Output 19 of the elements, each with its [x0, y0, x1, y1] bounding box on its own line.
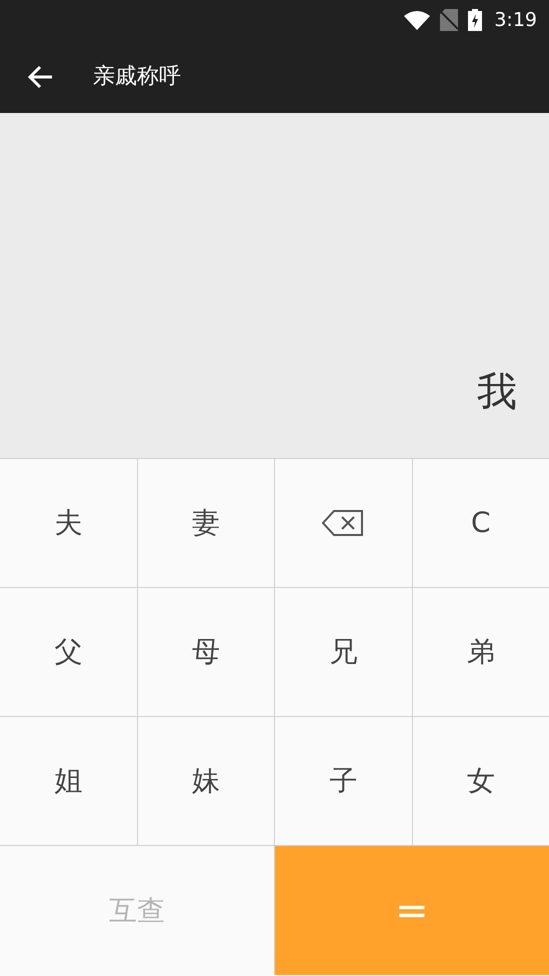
battery-charging-icon: [468, 9, 482, 31]
keypad-key[interactable]: 女: [412, 717, 549, 845]
keypad-key[interactable]: 妻: [138, 459, 274, 587]
keypad-key[interactable]: 妹: [138, 717, 274, 845]
status-time: 3:19: [494, 8, 537, 33]
wifi-icon: [404, 10, 430, 30]
screen-title: 亲戚称呼: [93, 63, 181, 91]
backspace-icon: [322, 510, 364, 536]
keypad-key[interactable]: 父: [0, 588, 136, 716]
keypad-key[interactable]: 母: [138, 588, 274, 716]
keypad-key[interactable]: 子: [275, 717, 412, 845]
keypad-key[interactable]: C: [412, 459, 549, 587]
keypad-key[interactable]: 弟: [412, 588, 549, 716]
no-sim-icon: [440, 9, 458, 31]
back-icon[interactable]: [28, 64, 54, 88]
keypad-key[interactable]: 姐: [0, 717, 136, 845]
result-text: 我: [477, 368, 517, 417]
keypad-key[interactable]: 兄: [275, 588, 412, 716]
keypad-key[interactable]: 夫: [0, 459, 136, 587]
